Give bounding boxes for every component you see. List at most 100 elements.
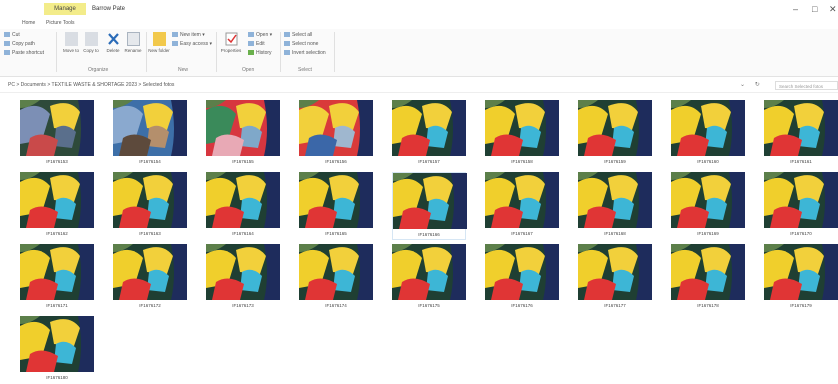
select-none-label: Select none xyxy=(292,41,319,47)
file-name: IF1676162 xyxy=(46,231,68,236)
file-name: IF1676170 xyxy=(790,231,812,236)
open-icon xyxy=(248,32,254,38)
image-thumbnail xyxy=(671,244,745,300)
address-bar[interactable]: PC > Documents > TEXTILE WASTE & SHORTAG… xyxy=(0,79,838,93)
image-thumbnail xyxy=(485,244,559,300)
open-label: Open xyxy=(256,32,269,38)
file-tile[interactable]: IF1676162 xyxy=(20,172,94,240)
file-name: IF1676166 xyxy=(418,232,440,237)
file-tile[interactable]: IF1676158 xyxy=(485,100,559,168)
rename-icon xyxy=(126,32,140,46)
file-tile[interactable]: IF1676159 xyxy=(578,100,652,168)
copy-to-icon xyxy=(84,32,98,46)
file-tile[interactable]: IF1676167 xyxy=(485,172,559,240)
image-thumbnail xyxy=(113,244,187,300)
open-button[interactable]: Open ▾ xyxy=(248,32,272,39)
select-group-label: Select xyxy=(298,67,312,73)
image-thumbnail xyxy=(20,316,94,372)
history-button[interactable]: History xyxy=(248,50,272,57)
file-tile[interactable]: IF1676160 xyxy=(671,100,745,168)
file-tile[interactable]: IF1676178 xyxy=(671,244,745,312)
file-tile[interactable]: IF1676179 xyxy=(764,244,838,312)
file-tile[interactable]: IF1676164 xyxy=(206,172,280,240)
file-tile[interactable]: IF1676157 xyxy=(392,100,466,168)
file-name: IF1676176 xyxy=(511,303,533,308)
minimize-button[interactable]: – xyxy=(793,2,798,16)
manage-tab[interactable]: Manage xyxy=(44,3,86,15)
image-thumbnail xyxy=(206,244,280,300)
paste-shortcut-button[interactable]: Paste shortcut xyxy=(4,50,44,57)
new-item-button[interactable]: New item ▾ xyxy=(172,32,205,39)
file-tile[interactable]: IF1676154 xyxy=(113,100,187,168)
file-tile[interactable]: IF1676175 xyxy=(392,244,466,312)
file-tile[interactable]: IF1676153 xyxy=(20,100,94,168)
new-group-label: New xyxy=(178,67,189,73)
file-tile[interactable]: IF1676170 xyxy=(764,172,838,240)
file-tile[interactable]: IF1676177 xyxy=(578,244,652,312)
easy-access-icon xyxy=(172,41,178,47)
edit-label: Edit xyxy=(256,41,265,47)
file-name: IF1676169 xyxy=(697,231,719,236)
file-tile[interactable]: IF1676176 xyxy=(485,244,559,312)
image-thumbnail xyxy=(578,172,652,228)
properties-label: Properties xyxy=(220,48,242,53)
file-tile[interactable]: IF1676163 xyxy=(113,172,187,240)
image-thumbnail xyxy=(578,244,652,300)
easy-access-button[interactable]: Easy access ▾ xyxy=(172,41,212,48)
select-none-icon xyxy=(284,41,290,47)
move-to-button[interactable]: Move to xyxy=(60,32,82,54)
file-tile[interactable]: IF1676171 xyxy=(20,244,94,312)
copy-to-label: Copy to xyxy=(83,48,99,53)
separator xyxy=(280,32,281,72)
image-thumbnail xyxy=(20,172,94,228)
file-tile[interactable]: IF1676161 xyxy=(764,100,838,168)
file-name: IF1676167 xyxy=(511,231,533,236)
file-name: IF1676172 xyxy=(139,303,161,308)
search-input[interactable]: Search Selected fotos xyxy=(775,81,838,90)
file-tile[interactable]: IF1676155 xyxy=(206,100,280,168)
file-tile[interactable]: IF1676165 xyxy=(299,172,373,240)
tab-picture-tools[interactable]: Picture Tools xyxy=(46,18,75,28)
image-thumbnail xyxy=(20,244,94,300)
move-to-icon xyxy=(64,32,78,46)
title-bar: Manage Barrow Pate – □ ✕ xyxy=(0,0,838,20)
maximize-button[interactable]: □ xyxy=(812,2,817,16)
file-name: IF1676159 xyxy=(604,159,626,164)
edit-button[interactable]: Edit xyxy=(248,41,265,48)
file-tile[interactable]: IF1676166 xyxy=(392,172,467,240)
file-tile[interactable]: IF1676180 xyxy=(20,316,94,384)
delete-button[interactable]: Delete xyxy=(102,32,124,54)
close-button[interactable]: ✕ xyxy=(829,2,837,16)
history-label: History xyxy=(256,50,272,56)
select-none-button[interactable]: Select none xyxy=(284,41,318,48)
image-thumbnail xyxy=(485,100,559,156)
file-tile[interactable]: IF1676173 xyxy=(206,244,280,312)
copy-path-button[interactable]: Copy path xyxy=(4,41,35,48)
new-folder-button[interactable]: New folder xyxy=(148,32,170,54)
copy-to-button[interactable]: Copy to xyxy=(80,32,102,54)
file-name: IF1676163 xyxy=(139,231,161,236)
tab-home[interactable]: Home xyxy=(22,18,35,28)
select-all-button[interactable]: Select all xyxy=(284,32,312,39)
image-thumbnail xyxy=(299,100,373,156)
delete-label: Delete xyxy=(106,48,120,53)
properties-icon xyxy=(225,32,238,46)
file-name: IF1676153 xyxy=(46,159,68,164)
window-title: Barrow Pate xyxy=(92,6,126,12)
file-tile[interactable]: IF1676174 xyxy=(299,244,373,312)
rename-button[interactable]: Rename xyxy=(122,32,144,54)
history-icon xyxy=(248,50,254,56)
file-name: IF1676171 xyxy=(46,303,68,308)
file-tile[interactable]: IF1676169 xyxy=(671,172,745,240)
cut-button[interactable]: Cut xyxy=(4,32,20,39)
invert-selection-button[interactable]: Invert selection xyxy=(284,50,326,57)
properties-button[interactable]: Properties xyxy=(220,32,242,54)
chevron-down-icon[interactable]: ⌄ xyxy=(740,82,745,88)
file-name: IF1676165 xyxy=(325,231,347,236)
file-tile[interactable]: IF1676172 xyxy=(113,244,187,312)
file-tile[interactable]: IF1676168 xyxy=(578,172,652,240)
refresh-icon[interactable]: ↻ xyxy=(755,82,760,88)
breadcrumb[interactable]: PC > Documents > TEXTILE WASTE & SHORTAG… xyxy=(8,80,174,91)
separator xyxy=(216,32,217,72)
file-tile[interactable]: IF1676156 xyxy=(299,100,373,168)
